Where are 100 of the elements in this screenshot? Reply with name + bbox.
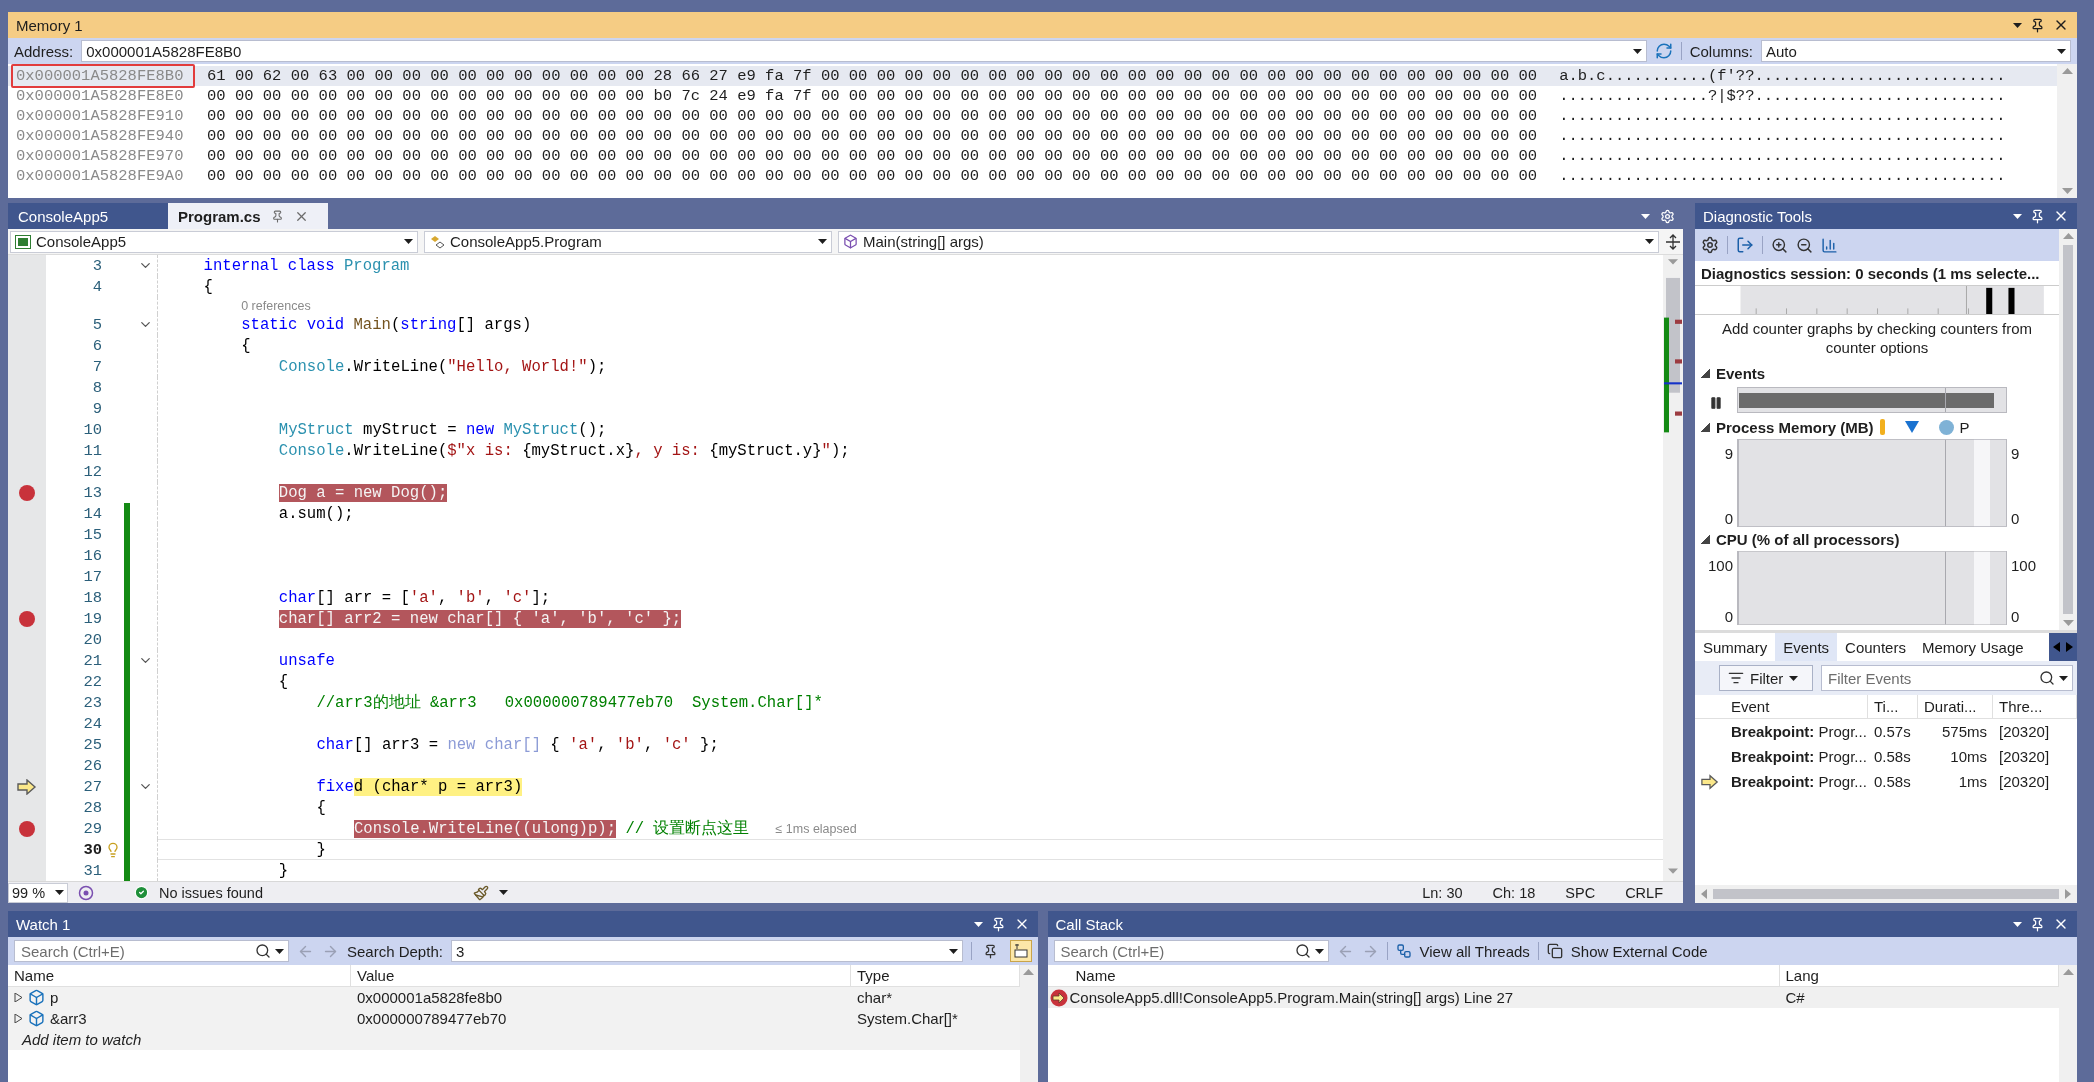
pause-icon[interactable]: [1709, 396, 1723, 410]
event-name[interactable]: Breakpoint: Progr...: [1731, 723, 1867, 740]
zoom-out-icon[interactable]: [1796, 236, 1813, 254]
column-header[interactable]: Ti...: [1868, 695, 1918, 718]
line-number: 27: [83, 777, 102, 796]
diagnostics-tab[interactable]: Memory Usage: [1913, 633, 2032, 661]
pin-icon[interactable]: [2030, 208, 2045, 224]
event-name[interactable]: Breakpoint: Progr...: [1731, 773, 1867, 790]
line-ending-status[interactable]: CRLF: [1625, 884, 1663, 901]
collapse-icon[interactable]: [1701, 422, 1710, 432]
event-name[interactable]: Breakpoint: Progr...: [1731, 748, 1867, 765]
search-input[interactable]: Search (Ctrl+E): [19, 941, 251, 961]
show-external-code-button[interactable]: Show External Code: [1570, 942, 1708, 960]
chart-icon[interactable]: [1821, 236, 1838, 254]
breakpoint-icon[interactable]: [18, 483, 36, 502]
watch-name[interactable]: p: [50, 989, 59, 1006]
window-menu-icon[interactable]: [2013, 213, 2022, 219]
pin-icon[interactable]: [2030, 17, 2045, 33]
column-status[interactable]: Ch: 18: [1492, 884, 1536, 901]
dropdown-caret-icon[interactable]: [818, 239, 827, 244]
tab-list-icon[interactable]: [1641, 213, 1650, 219]
memory-bytes: 00 00 00 00 00 00 00 00 00 00 00 00 00 00 00 00 00 00 00 00 00 00 00 00 00 00 00 00 00 00 00 00 00 00 00 00 00 00 00 00 00 00 00 00 00 00 00 00: [207, 127, 1538, 145]
columns-dropdown[interactable]: Auto: [1761, 40, 2071, 62]
column-header[interactable]: Value: [351, 965, 851, 986]
dropdown-caret-icon[interactable]: [1645, 239, 1654, 244]
split-icon[interactable]: [1665, 233, 1681, 250]
spaces-status[interactable]: SPC: [1565, 884, 1596, 901]
search-field[interactable]: Search (Ctrl+E): [14, 940, 289, 962]
dropdown-caret-icon[interactable]: [948, 948, 958, 954]
editor-scrollbar[interactable]: [1663, 255, 1683, 881]
dropdown-caret-icon[interactable]: [2057, 48, 2066, 54]
collapse-icon[interactable]: [1701, 368, 1710, 378]
line-number: 24: [83, 714, 102, 733]
line-number: 5: [92, 315, 102, 334]
dropdown-caret-icon[interactable]: [55, 890, 64, 895]
watch-value[interactable]: 0x000001a5828fe8b0: [357, 989, 503, 1006]
dropdown-caret-icon[interactable]: [404, 239, 413, 244]
code-editor[interactable]: [8, 255, 1663, 881]
expand-icon[interactable]: [14, 993, 23, 1002]
memory-address: 0x000001A5828FE910: [15, 106, 185, 127]
column-header[interactable]: Thre...: [1993, 695, 2077, 718]
scroll-left-icon[interactable]: [2053, 642, 2060, 652]
diagnostics-tab[interactable]: Events: [1775, 633, 1838, 661]
pin-icon[interactable]: [990, 916, 1006, 932]
breakpoint-icon[interactable]: [18, 819, 36, 838]
dropdown-caret-icon[interactable]: [1314, 948, 1324, 954]
window-menu-icon[interactable]: [973, 921, 983, 927]
brush-icon[interactable]: [473, 884, 489, 901]
zoom-in-icon[interactable]: [1771, 236, 1788, 254]
view-all-threads-button[interactable]: View all Threads: [1419, 942, 1530, 960]
settings-icon[interactable]: [1701, 236, 1719, 254]
window-menu-icon[interactable]: [2013, 22, 2022, 28]
address-field[interactable]: 0x000001A5828FE8B0: [81, 40, 1647, 62]
filter-events-field[interactable]: Filter Events: [1821, 665, 2073, 691]
diagnostics-tab[interactable]: Counters: [1837, 633, 1914, 661]
dropdown-caret-icon[interactable]: [2059, 675, 2068, 681]
timeline-ruler[interactable]: [1695, 285, 2059, 315]
search-depth-dropdown[interactable]: 3: [450, 940, 963, 962]
dropdown-caret-icon[interactable]: [275, 948, 284, 954]
navigation-dropdown[interactable]: ConsoleApp5: [10, 230, 418, 253]
dropdown-caret-icon[interactable]: [499, 890, 508, 895]
search-input[interactable]: Search (Ctrl+E): [1058, 941, 1291, 961]
search-icon[interactable]: [2039, 670, 2055, 686]
line-number: 7: [92, 357, 102, 376]
navigation-dropdown[interactable]: ConsoleApp5.Program: [424, 230, 832, 253]
add-watch-hint[interactable]: Add item to watch: [14, 1031, 142, 1048]
filter-button[interactable]: Filter: [1719, 665, 1813, 691]
search-field[interactable]: Search (Ctrl+E): [1053, 940, 1329, 962]
column-header[interactable]: Type: [851, 965, 1020, 986]
expand-icon[interactable]: [14, 1014, 23, 1023]
watch-name[interactable]: &arr3: [50, 1010, 87, 1027]
dropdown-caret-icon[interactable]: [1632, 48, 1642, 54]
frame-name[interactable]: ConsoleApp5.dll!ConsoleApp5.Program.Main(string[] args) Line 27: [1069, 989, 1514, 1006]
codelens-text[interactable]: 0 references: [241, 298, 311, 313]
search-icon[interactable]: [1294, 943, 1311, 959]
pin-icon[interactable]: [2030, 916, 2045, 932]
memory-address: 0x000001A5828FE8B0: [11, 64, 195, 88]
filter-input[interactable]: Filter Events: [1826, 668, 2035, 688]
text-visualizer-icon[interactable]: [1009, 940, 1032, 962]
diagnostics-tab[interactable]: Summary: [1695, 633, 1776, 661]
health-icon[interactable]: [78, 884, 94, 901]
dropdown-caret-icon[interactable]: [1789, 675, 1799, 681]
issues-status[interactable]: No issues found: [159, 884, 263, 901]
export-icon[interactable]: [1736, 236, 1754, 254]
line-status[interactable]: Ln: 30: [1422, 884, 1463, 901]
line-number: 28: [83, 798, 102, 817]
navigation-dropdown[interactable]: Main(string[] args): [838, 230, 1659, 253]
watch-value[interactable]: 0x000000789477eb70: [357, 1010, 507, 1027]
scroll-right-icon[interactable]: [2066, 642, 2073, 652]
search-icon[interactable]: [255, 943, 271, 959]
editor-tab[interactable]: ConsoleApp5: [8, 203, 168, 229]
zoom-dropdown[interactable]: 99 %: [8, 882, 68, 903]
window-menu-icon[interactable]: [2013, 921, 2022, 927]
column-header[interactable]: Name: [8, 965, 351, 986]
refresh-icon[interactable]: [1654, 42, 1673, 60]
column-header[interactable]: Event: [1725, 695, 1868, 718]
column-header[interactable]: Name: [1069, 965, 1780, 986]
column-header[interactable]: Durati...: [1918, 695, 1993, 718]
breakpoint-icon[interactable]: [18, 609, 36, 628]
collapse-icon[interactable]: [1701, 534, 1710, 544]
